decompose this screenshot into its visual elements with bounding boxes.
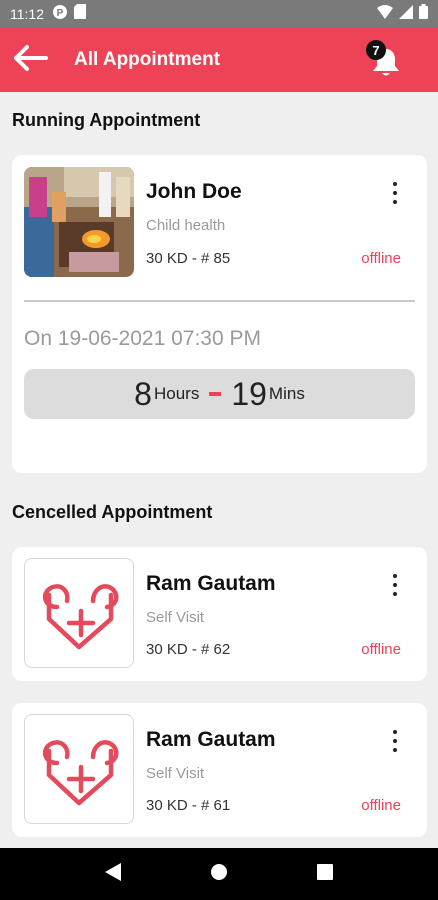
nav-home-button[interactable]: [199, 854, 239, 894]
service-name: Child health: [146, 217, 226, 234]
countdown-timer: 8 Hours 19 Mins: [24, 369, 415, 419]
nav-recents-button[interactable]: [305, 854, 345, 894]
fee-token: 30 KD - # 85: [146, 250, 231, 267]
nav-back-button[interactable]: [93, 854, 133, 894]
clinic-logo: [24, 714, 134, 824]
timer-separator: [209, 392, 222, 396]
wifi-icon: [377, 4, 393, 24]
dot: [393, 583, 397, 587]
heart-plus-logo-icon: [33, 721, 125, 818]
circle-home-icon: [210, 863, 228, 886]
service-name: Self Visit: [146, 765, 205, 782]
svg-text:P: P: [57, 8, 64, 19]
fee-token: 30 KD - # 62: [146, 641, 231, 658]
divider: [24, 300, 415, 302]
fee-token: 30 KD - # 61: [146, 797, 231, 814]
arrow-left-icon: [12, 44, 48, 77]
patient-photo: [24, 167, 134, 277]
status-bar: 11:12 P: [0, 0, 438, 28]
square-recents-icon: [317, 863, 333, 885]
app-bar: All Appointment 7: [0, 28, 438, 92]
more-options-button[interactable]: [385, 572, 405, 598]
clinic-logo: [24, 558, 134, 668]
sd-card-icon: [74, 4, 86, 24]
dot: [393, 730, 397, 734]
app-notification-icon: P: [52, 4, 68, 25]
running-appointment-card[interactable]: John Doe Child health 30 KD - # 85 offli…: [12, 155, 427, 473]
dot: [393, 200, 397, 204]
service-name: Self Visit: [146, 609, 205, 626]
dot: [393, 182, 397, 186]
page-title: All Appointment: [74, 49, 220, 70]
signal-icon: [399, 4, 413, 24]
system-nav-bar: [0, 848, 438, 900]
cancelled-section-title: Cencelled Appointment: [12, 502, 213, 522]
dot: [393, 592, 397, 596]
dot: [393, 739, 397, 743]
battery-icon: [419, 4, 428, 24]
hours-value: 8: [134, 375, 152, 412]
status-text: offline: [361, 250, 401, 267]
status-text: offline: [361, 641, 401, 658]
more-options-button[interactable]: [385, 180, 405, 206]
status-time: 11:12: [10, 6, 44, 22]
patient-name: Ram Gautam: [146, 572, 276, 595]
cancelled-appointment-card[interactable]: Ram Gautam Self Visit 30 KD - # 62 offli…: [12, 547, 427, 681]
patient-name: Ram Gautam: [146, 728, 276, 751]
running-section-title: Running Appointment: [12, 110, 201, 130]
hours-label: Hours: [153, 384, 200, 403]
notification-count-badge: 7: [366, 40, 386, 60]
appointment-date: On 19-06-2021 07:30 PM: [24, 327, 261, 350]
mins-label: Mins: [268, 384, 305, 403]
mins-value: 19: [231, 375, 267, 412]
back-button[interactable]: [0, 28, 60, 92]
cancelled-appointment-card[interactable]: Ram Gautam Self Visit 30 KD - # 61 offli…: [12, 703, 427, 837]
dot: [393, 191, 397, 195]
triangle-back-icon: [104, 862, 122, 887]
status-text: offline: [361, 797, 401, 814]
more-options-button[interactable]: [385, 728, 405, 754]
dot: [393, 748, 397, 752]
dot: [393, 574, 397, 578]
heart-plus-logo-icon: [33, 565, 125, 662]
notifications-button[interactable]: 7: [364, 38, 404, 82]
patient-name: John Doe: [146, 180, 242, 203]
